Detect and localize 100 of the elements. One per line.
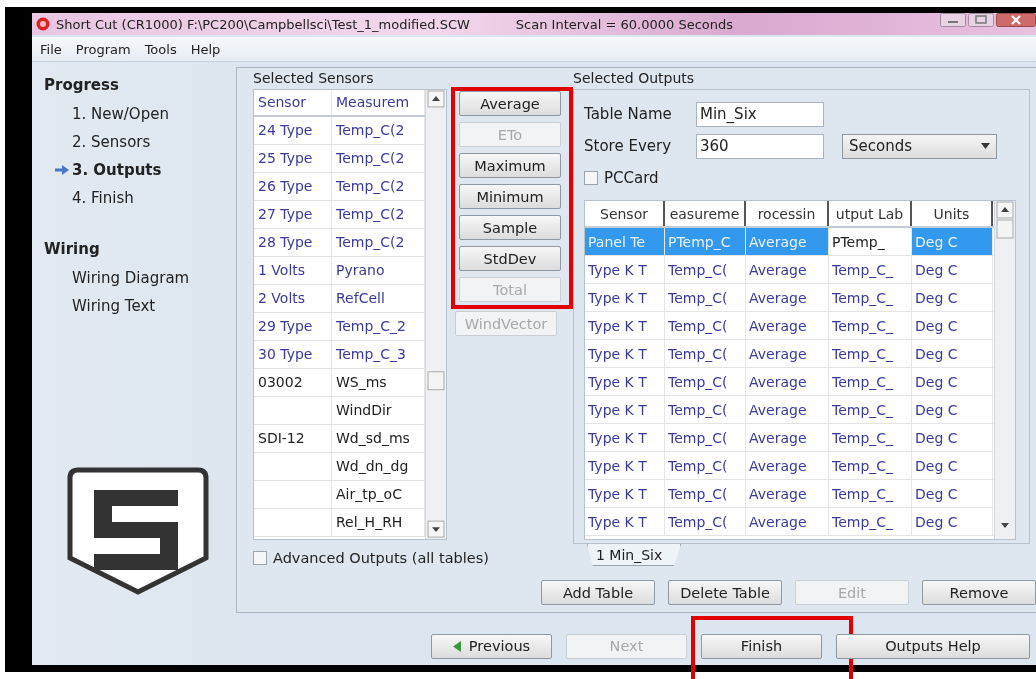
- table-cell: Average: [746, 312, 829, 339]
- column-header[interactable]: easureme: [665, 201, 746, 226]
- table-cell: Average: [746, 452, 829, 479]
- nav-button[interactable]: Outputs Help: [836, 633, 1030, 659]
- scan-interval: Scan Interval = 60.0000 Seconds: [515, 16, 733, 32]
- processing-button[interactable]: Maximum: [459, 153, 561, 178]
- field-label: Store Every: [584, 137, 673, 155]
- table-row[interactable]: Panel Te PTemp_C Average PTemp_ Deg C: [585, 228, 994, 256]
- table-cell: Type K T: [585, 480, 665, 507]
- maximize-icon: [968, 13, 994, 27]
- table-cell: 2 Volts: [254, 284, 332, 312]
- table-cell: Temp_C(: [665, 508, 746, 535]
- table-cell: Type K T: [585, 312, 665, 339]
- table-cell: Type K T: [585, 452, 665, 479]
- checkbox-label: Advanced Outputs (all tables): [273, 550, 489, 566]
- nav-button[interactable]: Previous: [431, 633, 552, 659]
- table-cell: Deg C: [912, 452, 993, 479]
- table-cell: Temp_C(: [665, 256, 746, 283]
- checkbox[interactable]: [253, 551, 267, 565]
- table-button[interactable]: Remove: [922, 580, 1036, 605]
- nav-button[interactable]: Finish: [701, 633, 822, 659]
- table-cell: 28 Type: [254, 228, 332, 256]
- table-button[interactable]: Add Table: [541, 580, 655, 605]
- table-cell: 30 Type: [254, 340, 332, 368]
- table-cell: Deg C: [912, 284, 993, 311]
- table-cell: Average: [746, 340, 829, 367]
- table-cell: 1 Volts: [254, 256, 332, 284]
- table-cell: Deg C: [912, 368, 993, 395]
- table-cell: Deg C: [912, 340, 993, 367]
- table-cell: Temp_C(: [665, 368, 746, 395]
- table-row[interactable]: Type K T Temp_C( Average Temp_C_ Deg C: [585, 424, 994, 452]
- section-heading: Wiring: [44, 240, 101, 258]
- sidebar-item[interactable]: 4. Finish: [44, 184, 236, 212]
- table-cell: Average: [746, 284, 829, 311]
- menu-item[interactable]: Help: [190, 41, 221, 57]
- table-cell: Deg C: [912, 396, 993, 423]
- section-heading: Selected Outputs: [573, 70, 696, 88]
- checkbox-label: PCCard: [604, 169, 659, 187]
- table-tab[interactable]: 1 Min_Six: [587, 544, 682, 566]
- table-cell: Temp_C_: [829, 256, 912, 283]
- close-icon: [996, 13, 1036, 27]
- table-cell: Temp_C(: [665, 424, 746, 451]
- sidebar-item[interactable]: 1. New/Open: [44, 100, 236, 128]
- table-cell: 24 Type: [254, 116, 332, 144]
- table-cell: Deg C: [912, 228, 993, 255]
- processing-button[interactable]: Sample: [459, 215, 561, 240]
- processing-button[interactable]: Minimum: [459, 184, 561, 209]
- sidebar-item[interactable]: Wiring Diagram: [44, 264, 236, 292]
- table-cell: Average: [746, 480, 829, 507]
- table-row[interactable]: Type K T Temp_C( Average Temp_C_ Deg C: [585, 396, 994, 424]
- table-cell: Temp_C(: [665, 284, 746, 311]
- table-cell: PTemp_C: [665, 228, 746, 255]
- table-cell: Temp_C_: [829, 424, 912, 451]
- column-header[interactable]: utput Lab: [829, 201, 912, 226]
- column-header[interactable]: Sensor: [585, 201, 665, 226]
- table-cell: Average: [746, 396, 829, 423]
- column-header[interactable]: rocessin: [746, 201, 829, 226]
- table-row[interactable]: Type K T Temp_C( Average Temp_C_ Deg C: [585, 368, 994, 396]
- table-row[interactable]: Type K T Temp_C( Average Temp_C_ Deg C: [585, 480, 994, 508]
- unit-dropdown[interactable]: Seconds: [842, 133, 997, 159]
- table-cell: Temp_C_: [829, 396, 912, 423]
- menu-item[interactable]: File: [40, 41, 62, 57]
- menu-item[interactable]: Program: [75, 41, 131, 57]
- table-row[interactable]: Type K T Temp_C( Average Temp_C_ Deg C: [585, 340, 994, 368]
- processing-button[interactable]: StdDev: [459, 246, 561, 271]
- sidebar-item[interactable]: 2. Sensors: [44, 128, 236, 156]
- table-cell: Deg C: [912, 256, 993, 283]
- table-cell: Panel Te: [585, 228, 665, 255]
- table-cell: Type K T: [585, 340, 665, 367]
- table-cell: Average: [746, 508, 829, 535]
- table-cell: Type K T: [585, 284, 665, 311]
- table-cell: SDI-12: [254, 424, 332, 452]
- logo-icon: [66, 466, 210, 596]
- window-title: Short Cut (CR1000) F:\PC200\Campbellsci\Test_1_modified.SCW: [56, 16, 470, 32]
- table-row[interactable]: Type K T Temp_C( Average Temp_C_ Deg C: [585, 312, 994, 340]
- table-cell: 26 Type: [254, 172, 332, 200]
- sidebar-item[interactable]: Wiring Text: [44, 292, 236, 320]
- table-cell: 29 Type: [254, 312, 332, 340]
- table-row[interactable]: Type K T Temp_C( Average Temp_C_ Deg C: [585, 256, 994, 284]
- table-name-field[interactable]: Min_Six: [696, 101, 824, 127]
- menu-item[interactable]: Tools: [144, 41, 177, 57]
- table-row[interactable]: Type K T Temp_C( Average Temp_C_ Deg C: [585, 508, 994, 536]
- processing-button[interactable]: Average: [459, 91, 561, 116]
- arrow-icon: [54, 164, 70, 176]
- table-cell: 03002: [254, 368, 332, 396]
- table-button[interactable]: Delete Table: [668, 580, 782, 605]
- table-cell: Deg C: [912, 480, 993, 507]
- table-cell: Average: [746, 228, 829, 255]
- table-cell: 25 Type: [254, 144, 332, 172]
- table-cell: Type K T: [585, 256, 665, 283]
- section-heading: Progress: [44, 76, 120, 94]
- sidebar-item[interactable]: 3. Outputs: [44, 156, 236, 184]
- table-cell: Temp_C_: [829, 452, 912, 479]
- checkbox[interactable]: [584, 171, 598, 185]
- store-every-field[interactable]: 360: [696, 133, 824, 159]
- table-cell: Temp_C_: [829, 368, 912, 395]
- table-row[interactable]: Type K T Temp_C( Average Temp_C_ Deg C: [585, 284, 994, 312]
- section-heading: Selected Sensors: [253, 70, 375, 88]
- field-label: Table Name: [584, 105, 673, 123]
- table-row[interactable]: Type K T Temp_C( Average Temp_C_ Deg C: [585, 452, 994, 480]
